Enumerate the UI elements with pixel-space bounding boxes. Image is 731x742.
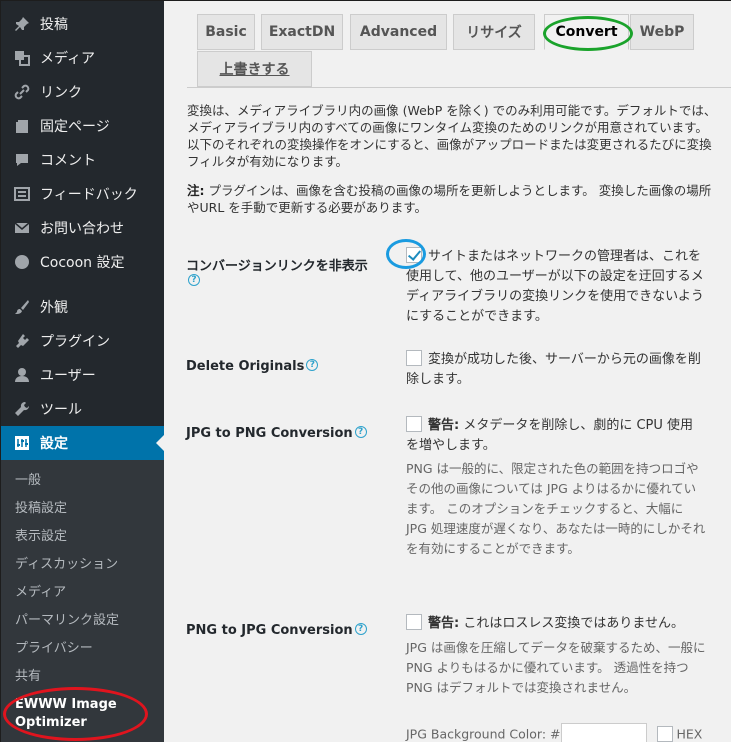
png-to-jpg-field: 警告: これはロスレス変換ではありません。 [406, 614, 706, 634]
menu-item-appearance[interactable]: 外観 [1, 290, 164, 324]
tab-basic[interactable]: Basic [197, 14, 255, 50]
menu-item-cocoon[interactable]: Cocoon 設定 [1, 245, 164, 279]
png-to-jpg-label: PNG to JPG Conversion? [186, 623, 367, 638]
submenu-sharing[interactable]: 共有 [15, 667, 41, 687]
jpg-background-color-input[interactable] [560, 723, 647, 742]
convert-note: 注: プラグインは、画像を含む投稿の画像の場所を更新しようとします。 変換した画… [187, 183, 712, 215]
jpg-to-png-checkbox[interactable] [406, 416, 422, 432]
wrench-icon [13, 400, 31, 418]
plugin-icon [13, 332, 31, 350]
blue-highlight-circle [386, 239, 426, 269]
comment-icon [13, 151, 31, 169]
red-highlight-circle [3, 687, 148, 741]
media-icon [13, 49, 31, 67]
jpg-to-png-description: PNG は一般的に、限定された色の範囲を持つロゴやその他の画像については JPG… [406, 461, 706, 556]
admin-sidebar: 投稿 メディア リンク 固定ページ コメント フィードバック お問い合わせ Co… [1, 1, 164, 742]
menu-item-tools[interactable]: ツール [1, 392, 164, 426]
green-highlight-circle [543, 16, 633, 51]
submenu-discussion[interactable]: ディスカッション [15, 555, 118, 575]
delete-originals-field: 変換が成功した後、サーバーから元の画像を削除します。 [406, 350, 701, 387]
mail-icon [13, 219, 31, 237]
delete-originals-label: Delete Originals? [186, 359, 319, 374]
help-icon[interactable]: ? [306, 359, 319, 371]
png-to-jpg-checkbox[interactable] [406, 614, 422, 630]
png-to-jpg-description: JPG は画像を圧縮してデータを破棄するため、一般にPNG よりもはるかに優れて… [406, 640, 706, 695]
settings-icon [13, 434, 31, 452]
jpg-background-row: JPG Background Color: # HEX [406, 723, 726, 742]
page-icon [13, 117, 31, 135]
help-icon[interactable]: ? [354, 623, 367, 635]
menu-item-contact[interactable]: お問い合わせ [1, 211, 164, 245]
delete-originals-checkbox[interactable] [406, 350, 422, 366]
circle-icon [13, 253, 31, 271]
submenu-permalinks[interactable]: パーマリンク設定 [15, 611, 119, 631]
hex-checkbox[interactable] [656, 725, 673, 742]
tab-exactdn[interactable]: ExactDN [261, 14, 343, 50]
menu-item-users[interactable]: ユーザー [1, 358, 164, 392]
submenu-privacy[interactable]: プライバシー [15, 639, 93, 659]
hide-links-field: サイトまたはネットワークの管理者は、これを使用して、他のユーザーが以下の設定を迂… [406, 247, 704, 324]
menu-item-pages[interactable]: 固定ページ [1, 109, 164, 143]
menu-item-links[interactable]: リンク [1, 75, 164, 109]
jpg-to-png-field: 警告: メタデータを削除し、劇的に CPU 使用を増やします。 [406, 416, 694, 453]
hide-links-label: コンバージョンリンクを非表示 ? [186, 259, 368, 286]
submenu-general[interactable]: 一般 [15, 471, 41, 491]
submenu-media[interactable]: メディア [15, 583, 66, 603]
convert-intro-text: 変換は、メディアライブラリ内の画像 (WebP を除く) でのみ利用可能です。デ… [187, 103, 717, 169]
menu-item-settings[interactable]: 設定 [1, 426, 164, 460]
submenu-writing[interactable]: 投稿設定 [15, 499, 67, 519]
menu-item-comments[interactable]: コメント [1, 143, 164, 177]
link-icon [13, 83, 31, 101]
jpg-to-png-label: JPG to PNG Conversion? [186, 426, 367, 441]
tab-webp[interactable]: WebP [630, 14, 694, 50]
submenu-reading[interactable]: 表示設定 [15, 527, 67, 547]
menu-item-media[interactable]: メディア [1, 41, 164, 75]
pin-icon [13, 15, 31, 33]
user-icon [13, 366, 31, 384]
brush-icon [13, 298, 31, 316]
tab-resize[interactable]: リサイズ [453, 14, 535, 50]
settings-content: Basic ExactDN Advanced リサイズ Convert WebP… [164, 1, 731, 742]
tab-advanced[interactable]: Advanced [350, 14, 447, 50]
feedback-icon [13, 185, 31, 203]
menu-item-posts[interactable]: 投稿 [1, 7, 164, 41]
menu-item-plugins[interactable]: プラグイン [1, 324, 164, 358]
tab-overrides[interactable]: 上書きする [197, 51, 312, 87]
help-icon[interactable]: ? [188, 274, 200, 286]
tabs-divider [187, 87, 731, 88]
menu-item-feedback[interactable]: フィードバック [1, 177, 164, 211]
help-icon[interactable]: ? [354, 426, 367, 438]
